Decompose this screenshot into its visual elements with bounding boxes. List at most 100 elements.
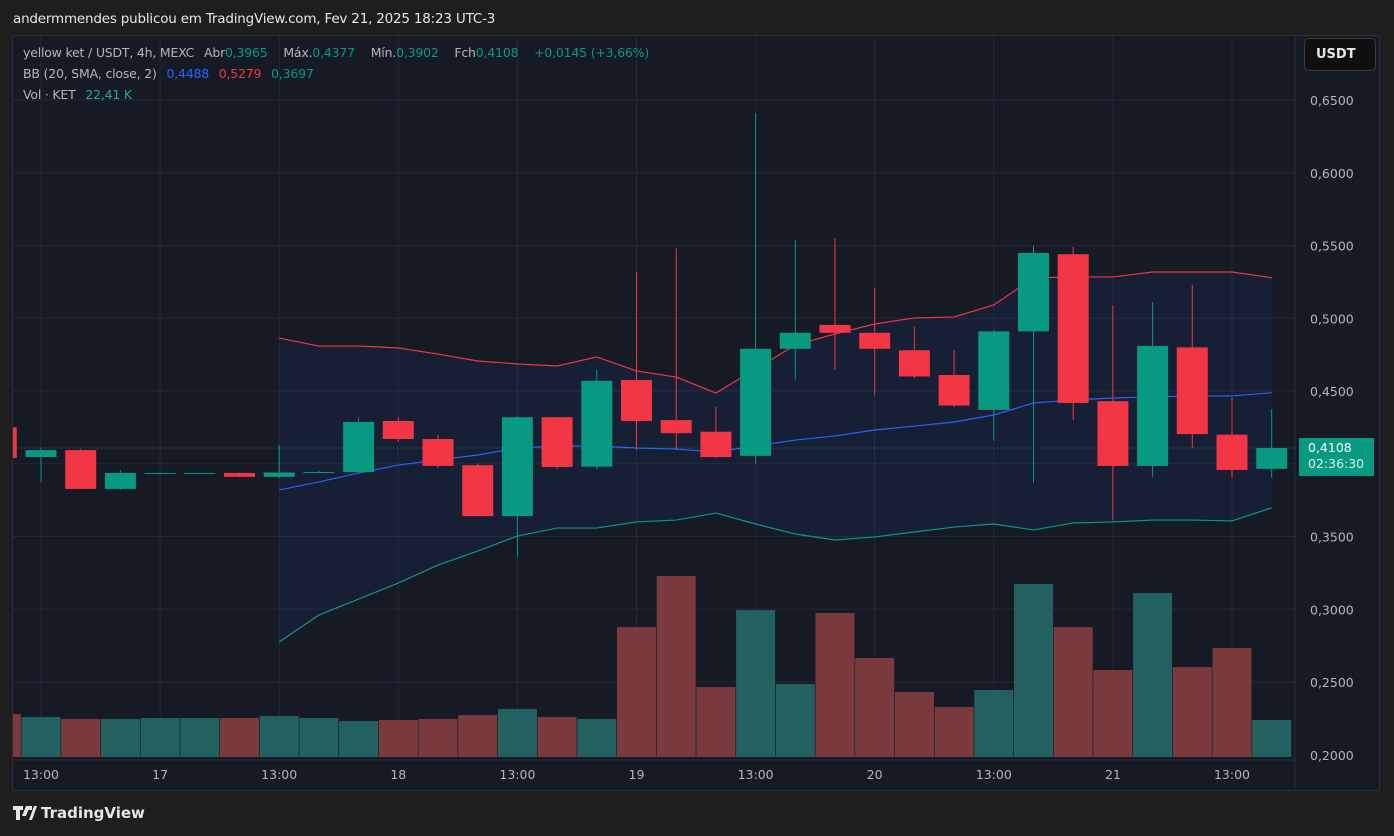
vol-value: 22,41 K bbox=[85, 87, 132, 102]
open-label: Abr bbox=[203, 45, 226, 60]
time-tick-label: 19 bbox=[629, 767, 645, 782]
time-tick-label: 13:00 bbox=[1214, 767, 1250, 782]
candle-body bbox=[104, 472, 136, 489]
bb-label[interactable]: BB (20, SMA, close, 2) bbox=[23, 66, 157, 81]
volume-bar bbox=[378, 720, 418, 757]
time-tick-label: 13:00 bbox=[499, 767, 535, 782]
volume-bar bbox=[13, 714, 21, 757]
volume-bar bbox=[855, 657, 895, 757]
volume-bar bbox=[259, 716, 299, 757]
bb-upper-value: 0,5279 bbox=[218, 66, 262, 81]
candle-body bbox=[700, 431, 732, 458]
volume-bar bbox=[617, 627, 656, 757]
candle-body bbox=[898, 350, 930, 377]
current-price-label: 0,4108 02:36:30 bbox=[1299, 438, 1374, 476]
volume-bar bbox=[1053, 627, 1093, 757]
time-tick-label: 21 bbox=[1105, 767, 1121, 782]
price-tick-label: 0,3000 bbox=[1310, 602, 1354, 617]
volume-bar bbox=[100, 719, 140, 757]
candle-body bbox=[660, 420, 692, 434]
price-tick-label: 0,4500 bbox=[1310, 384, 1354, 399]
volume-bar bbox=[1212, 648, 1252, 757]
vol-label[interactable]: Vol · KET bbox=[23, 87, 76, 102]
volume-bar bbox=[497, 708, 537, 757]
volume-bar bbox=[61, 719, 101, 757]
candle-body bbox=[343, 421, 375, 473]
change-value: +0,0145 (+3,66%) bbox=[534, 45, 650, 60]
volume-bar bbox=[537, 717, 577, 757]
candle-body bbox=[184, 472, 216, 474]
volume-bar bbox=[1093, 669, 1133, 757]
candle-body bbox=[1057, 254, 1089, 403]
bb-lower-value: 0,3697 bbox=[271, 66, 314, 81]
candle-body bbox=[462, 465, 494, 517]
open-value: 0,3965 bbox=[225, 45, 268, 60]
currency-button[interactable]: USDT bbox=[1304, 38, 1376, 71]
volume-bar bbox=[299, 718, 339, 757]
volume-bar bbox=[339, 721, 379, 757]
price-tick-label: 0,6500 bbox=[1310, 93, 1354, 108]
volume-bar bbox=[180, 718, 220, 757]
volume-bar bbox=[934, 706, 974, 757]
candle-body bbox=[224, 472, 255, 477]
volume-bar bbox=[815, 613, 855, 757]
candle-body bbox=[1097, 401, 1129, 466]
candle-body bbox=[263, 472, 295, 477]
candle-body bbox=[1216, 434, 1248, 471]
volume-legend: Vol · KET 22,41 K bbox=[23, 87, 138, 102]
price-tick-label: 0,6000 bbox=[1310, 166, 1354, 181]
bb-basis-value: 0,4488 bbox=[166, 66, 209, 81]
candle-body bbox=[1018, 252, 1049, 332]
volume-bar bbox=[1133, 593, 1173, 757]
symbol-legend: yellow ket / USDT, 4h, MEXC Abr0,3965 Má… bbox=[23, 45, 655, 60]
volume-bar bbox=[1252, 720, 1292, 757]
bar-countdown: 02:36:30 bbox=[1308, 456, 1365, 471]
candle-body bbox=[303, 472, 335, 474]
candle-body bbox=[938, 374, 970, 406]
volume-bar bbox=[1014, 583, 1053, 757]
volume-bar bbox=[736, 610, 776, 757]
candle-body bbox=[382, 420, 414, 440]
candle-body bbox=[581, 380, 613, 467]
candle-body bbox=[1256, 448, 1288, 469]
price-tick-label: 0,2000 bbox=[1310, 748, 1354, 763]
candle-body bbox=[25, 450, 57, 458]
volume-bar bbox=[21, 717, 61, 757]
candle-body bbox=[13, 427, 17, 458]
time-tick-label: 13:00 bbox=[738, 767, 774, 782]
volume-bar bbox=[140, 718, 180, 757]
candle-body bbox=[779, 332, 811, 349]
volume-bar bbox=[894, 691, 934, 757]
brand-name: TradingView bbox=[41, 804, 145, 822]
candle-body bbox=[65, 450, 97, 489]
volume-bar bbox=[220, 718, 259, 757]
high-label: Máx. bbox=[283, 45, 313, 60]
tradingview-logo-icon bbox=[13, 806, 37, 820]
low-value: 0,3902 bbox=[396, 45, 439, 60]
volume-bar bbox=[656, 576, 696, 757]
time-tick-label: 13:00 bbox=[23, 767, 59, 782]
price-tick-label: 0,5500 bbox=[1310, 239, 1354, 254]
low-label: Mín. bbox=[370, 45, 397, 60]
candle-body bbox=[621, 379, 652, 421]
price-chart[interactable]: 0,6500 0,6000 0,5500 0,5000 0,4500 0,3500 0,30… bbox=[0, 0, 1394, 836]
candle-body bbox=[819, 324, 851, 333]
candle-body bbox=[740, 348, 772, 456]
close-value: 0,4108 bbox=[475, 45, 519, 60]
tradingview-brand[interactable]: TradingView bbox=[13, 804, 145, 822]
symbol-name[interactable]: yellow ket / USDT, 4h, MEXC bbox=[23, 45, 194, 60]
volume-bar bbox=[974, 689, 1014, 757]
volume-bar bbox=[775, 684, 815, 757]
price-tick-label: 0,5000 bbox=[1310, 311, 1354, 326]
time-tick-label: 13:00 bbox=[976, 767, 1012, 782]
candle-body bbox=[1176, 347, 1208, 435]
time-tick-label: 13:00 bbox=[261, 767, 297, 782]
candle-body bbox=[501, 417, 533, 517]
time-tick-label: 18 bbox=[390, 767, 406, 782]
price-tick-label: 0,2500 bbox=[1310, 675, 1354, 690]
bb-legend: BB (20, SMA, close, 2) 0,4488 0,5279 0,3… bbox=[23, 66, 320, 81]
candle-body bbox=[978, 331, 1010, 410]
plot-area bbox=[13, 36, 1295, 760]
price-tick-label: 0,3500 bbox=[1310, 530, 1354, 545]
volume-bar bbox=[418, 719, 458, 757]
